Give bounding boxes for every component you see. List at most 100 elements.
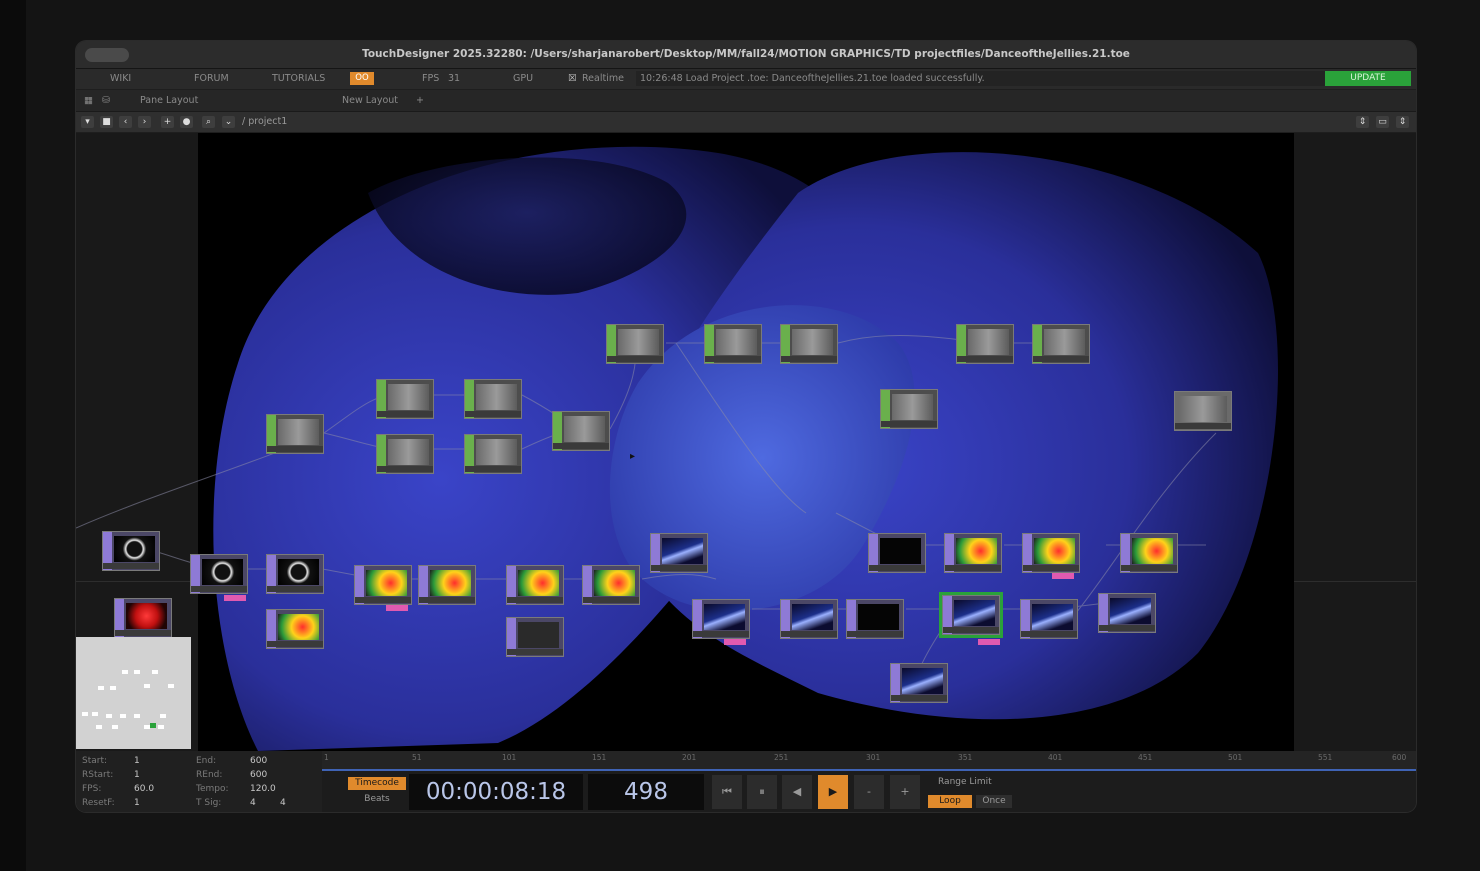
- heat-node[interactable]: [944, 533, 1002, 573]
- back-icon[interactable]: ‹: [119, 116, 132, 128]
- top-node[interactable]: [606, 324, 664, 364]
- noise-node[interactable]: [114, 598, 172, 638]
- add-layout-button[interactable]: +: [416, 95, 424, 106]
- play-reverse-icon[interactable]: ◀: [782, 775, 812, 809]
- tick-label: 551: [1318, 753, 1333, 762]
- tick-label: 201: [682, 753, 697, 762]
- top-node[interactable]: [704, 324, 762, 364]
- home-icon[interactable]: +: [161, 116, 174, 128]
- left-margin: [0, 0, 26, 871]
- time-settings: Start: 1 RStart: 1 FPS: 60.0 ResetF: 1 E…: [76, 751, 322, 812]
- tick-label: 401: [1048, 753, 1063, 762]
- wave-node[interactable]: [890, 663, 948, 703]
- menu-forum[interactable]: FORUM: [194, 73, 229, 84]
- status-message: 10:26:48 Load Project .toe: DanceoftheJe…: [640, 73, 985, 84]
- tick-label: 600: [1392, 753, 1407, 762]
- stop-icon[interactable]: ■: [100, 116, 113, 128]
- heat-node[interactable]: [1120, 533, 1178, 573]
- frame-display[interactable]: 498: [588, 774, 704, 810]
- rstart-value[interactable]: 1: [134, 770, 140, 780]
- gpu-label: GPU: [513, 73, 534, 84]
- step-forward-icon[interactable]: +: [890, 775, 920, 809]
- pane-type-icon[interactable]: ⛁: [102, 95, 110, 106]
- parent-icon[interactable]: ●: [180, 116, 193, 128]
- search-icon[interactable]: ⌕: [202, 116, 215, 128]
- viewer-flag: [978, 639, 1000, 645]
- top-node[interactable]: [266, 414, 324, 454]
- menu-tutorials[interactable]: TUTORIALS: [272, 73, 325, 84]
- new-layout-label[interactable]: New Layout: [342, 95, 398, 106]
- wave-node[interactable]: [1020, 599, 1078, 639]
- timecode-display[interactable]: 00:00:08:18: [409, 774, 583, 810]
- loop-button[interactable]: Loop: [928, 795, 972, 808]
- black-node[interactable]: [868, 533, 926, 573]
- timeline-ruler[interactable]: 1 51 101 151 201 251 301 351 401 451 501…: [322, 751, 1416, 771]
- top-node[interactable]: [464, 434, 522, 474]
- menu-wiki[interactable]: WIKI: [110, 73, 131, 84]
- beats-toggle[interactable]: Beats: [348, 793, 406, 806]
- perf-monitor-button[interactable]: OO: [350, 72, 374, 85]
- network-path[interactable]: / project1: [242, 116, 287, 127]
- heat-node[interactable]: [582, 565, 640, 605]
- realtime-label[interactable]: Realtime: [582, 73, 624, 84]
- top-node[interactable]: [464, 379, 522, 419]
- rend-value[interactable]: 600: [250, 770, 267, 780]
- split-pane-icon[interactable]: ▦: [84, 95, 93, 106]
- viewer-flag: [1052, 573, 1074, 579]
- menu-down-icon[interactable]: ▾: [81, 116, 94, 128]
- tsig-denominator[interactable]: 4: [280, 798, 286, 808]
- timecode-toggle[interactable]: Timecode: [348, 777, 406, 790]
- tick-label: 151: [592, 753, 607, 762]
- top-node[interactable]: [780, 324, 838, 364]
- bookmark-icon[interactable]: ⌄: [222, 116, 235, 128]
- black-node[interactable]: [846, 599, 904, 639]
- dark-node[interactable]: [506, 617, 564, 657]
- network-minimap[interactable]: [76, 637, 191, 749]
- feedback-node[interactable]: [102, 531, 160, 571]
- top-node[interactable]: [376, 379, 434, 419]
- update-button[interactable]: UPDATE: [1325, 71, 1411, 86]
- resetf-label: ResetF:: [82, 798, 115, 808]
- top-node[interactable]: [880, 389, 938, 429]
- fps-setting-value[interactable]: 60.0: [134, 784, 154, 794]
- pane-layout-label[interactable]: Pane Layout: [140, 95, 198, 106]
- pane-info-icon[interactable]: ⇕: [1396, 116, 1409, 128]
- top-node[interactable]: [552, 411, 610, 451]
- tempo-value[interactable]: 120.0: [250, 784, 276, 794]
- pane-options-icon[interactable]: ⇕: [1356, 116, 1369, 128]
- tick-label: 251: [774, 753, 789, 762]
- pause-icon[interactable]: ⏸: [747, 775, 777, 809]
- end-value[interactable]: 600: [250, 756, 267, 766]
- selected-wave-node[interactable]: [942, 595, 1000, 635]
- heat-node[interactable]: [418, 565, 476, 605]
- wave-node[interactable]: [780, 599, 838, 639]
- wave-node[interactable]: [692, 599, 750, 639]
- wave-node[interactable]: [1098, 593, 1156, 633]
- start-value[interactable]: 1: [134, 756, 140, 766]
- heat-node[interactable]: [266, 609, 324, 649]
- top-node[interactable]: [1032, 324, 1090, 364]
- forward-icon[interactable]: ›: [138, 116, 151, 128]
- once-button[interactable]: Once: [976, 795, 1012, 808]
- wave-node[interactable]: [650, 533, 708, 573]
- resetf-value[interactable]: 1: [134, 798, 140, 808]
- top-node[interactable]: [376, 434, 434, 474]
- network-editor[interactable]: ▸: [76, 133, 1416, 751]
- rewind-icon[interactable]: ⏮: [712, 775, 742, 809]
- tsig-numerator[interactable]: 4: [250, 798, 256, 808]
- tick-label: 501: [1228, 753, 1243, 762]
- mouse-pointer-icon: ▸: [630, 451, 636, 462]
- window-title: TouchDesigner 2025.32280: /Users/sharjan…: [362, 48, 1130, 60]
- ring-node[interactable]: [190, 554, 248, 594]
- step-back-icon[interactable]: -: [854, 775, 884, 809]
- realtime-checkbox-icon[interactable]: ☒: [568, 73, 577, 84]
- heat-node[interactable]: [1022, 533, 1080, 573]
- heat-node[interactable]: [354, 565, 412, 605]
- play-forward-icon[interactable]: ▶: [818, 775, 848, 809]
- maximize-pane-icon[interactable]: ▭: [1376, 116, 1389, 128]
- heat-node[interactable]: [506, 565, 564, 605]
- info-node[interactable]: [1174, 391, 1232, 431]
- ring-node[interactable]: [266, 554, 324, 594]
- top-node[interactable]: [956, 324, 1014, 364]
- start-label: Start:: [82, 756, 108, 766]
